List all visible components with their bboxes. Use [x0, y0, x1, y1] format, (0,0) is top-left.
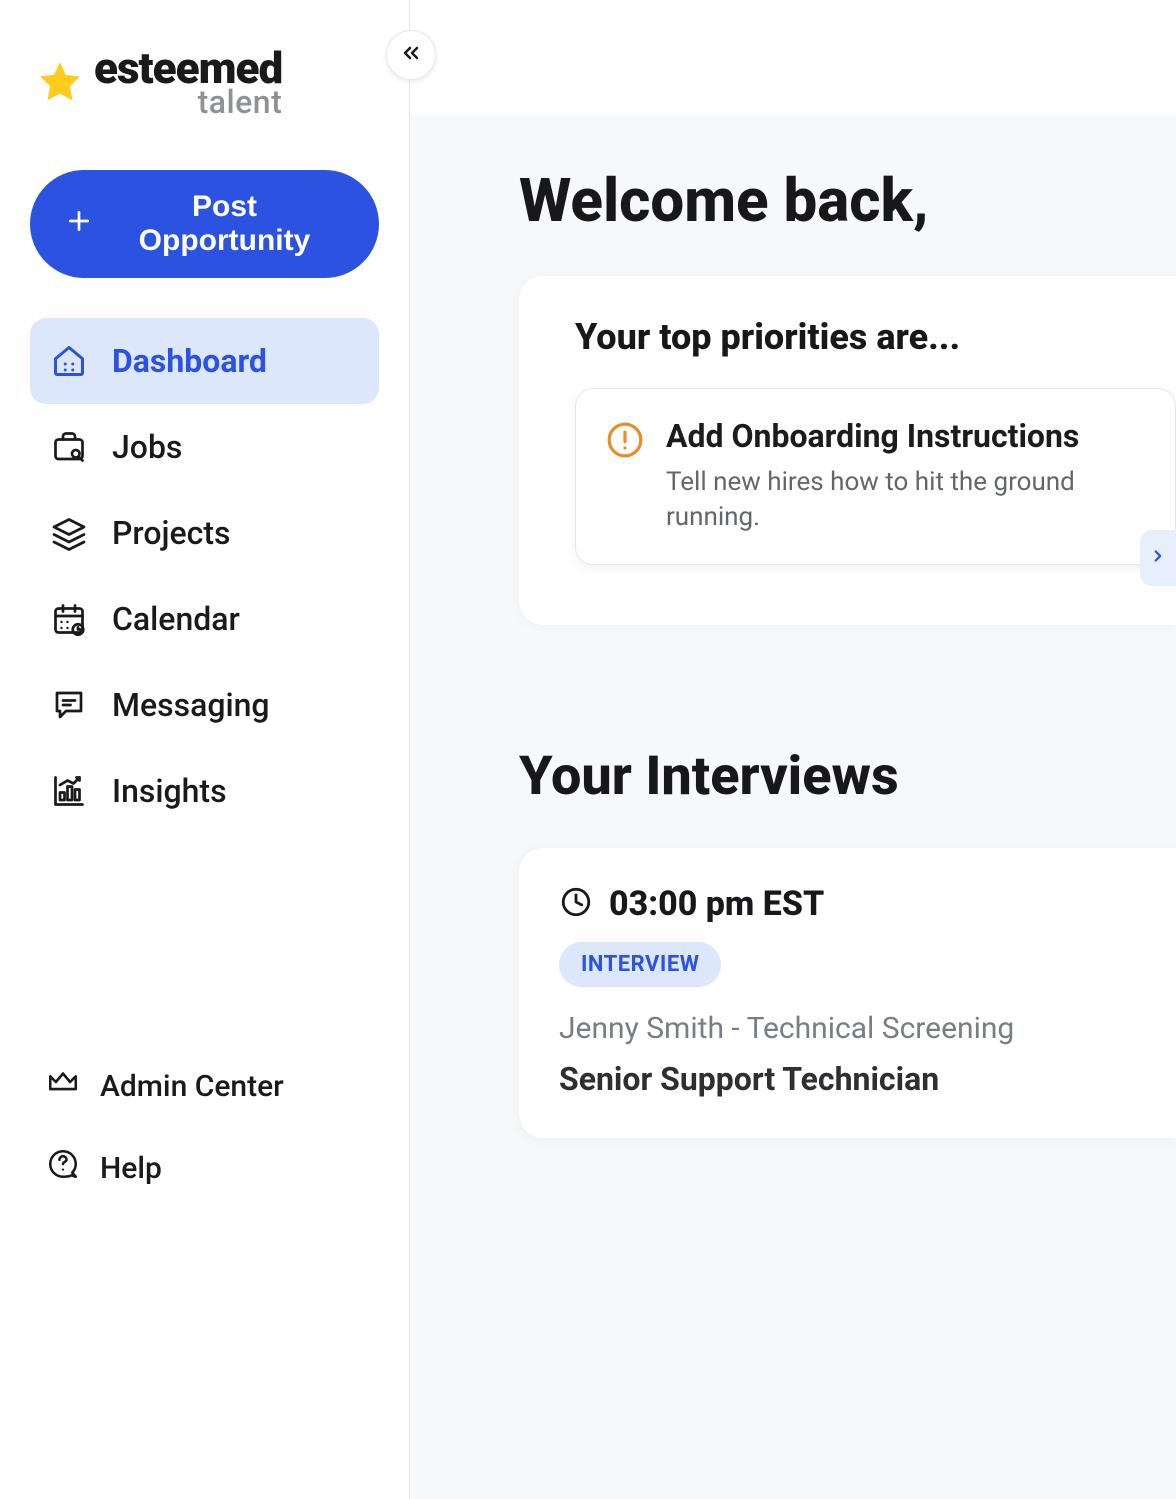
chart-icon [50, 773, 88, 809]
top-gap [411, 0, 1176, 115]
priorities-next-button[interactable] [1140, 530, 1176, 586]
main-content: Welcome back, Your top priorities are...… [411, 0, 1176, 1499]
chevron-right-icon [1149, 547, 1167, 569]
interviews-heading: Your Interviews [519, 745, 1176, 808]
interviews-section: Your Interviews 03:00 pm EST INTERVIEW J… [519, 745, 1176, 1138]
sidebar-item-admin-center[interactable]: Admin Center [30, 1045, 379, 1127]
alert-circle-icon [606, 421, 644, 463]
clock-icon [559, 885, 593, 923]
sidebar-item-dashboard[interactable]: Dashboard [30, 318, 379, 404]
sidebar-item-label: Dashboard [112, 342, 267, 380]
interview-time: 03:00 pm EST [609, 884, 824, 924]
sidebar-item-label: Jobs [112, 428, 182, 466]
calendar-icon [50, 601, 88, 637]
priorities-heading: Your top priorities are... [575, 316, 1176, 358]
sidebar-item-label: Insights [112, 772, 227, 810]
crown-icon [46, 1065, 80, 1107]
logo: esteemed talent [36, 46, 379, 118]
chevron-double-left-icon [399, 41, 423, 69]
plus-icon [66, 208, 92, 240]
sidebar-item-help[interactable]: Help [30, 1127, 379, 1209]
interview-person: Jenny Smith - Technical Screening [559, 1011, 1136, 1046]
priorities-card: Your top priorities are... Add Onboardin… [519, 276, 1176, 625]
sidebar-item-label: Calendar [112, 600, 240, 638]
sidebar-item-jobs[interactable]: Jobs [30, 404, 379, 490]
sidebar-item-label: Admin Center [100, 1069, 284, 1104]
sidebar-item-label: Help [100, 1151, 162, 1186]
priority-item[interactable]: Add Onboarding Instructions Tell new hir… [575, 388, 1176, 565]
collapse-sidebar-button[interactable] [386, 30, 436, 80]
sidebar: esteemed talent Post Opportunity Dashboa… [0, 0, 410, 1499]
sidebar-item-label: Messaging [112, 686, 270, 724]
bottom-nav: Admin Center Help [30, 1045, 379, 1469]
layers-icon [50, 515, 88, 551]
sidebar-item-insights[interactable]: Insights [30, 748, 379, 834]
page-title: Welcome back, [519, 165, 1176, 236]
sidebar-item-label: Projects [112, 514, 231, 552]
logo-text: esteemed talent [94, 46, 282, 118]
star-icon [36, 58, 84, 106]
interview-card[interactable]: 03:00 pm EST INTERVIEW Jenny Smith - Tec… [519, 848, 1176, 1138]
sidebar-item-calendar[interactable]: Calendar [30, 576, 379, 662]
sidebar-item-projects[interactable]: Projects [30, 490, 379, 576]
help-icon [46, 1147, 80, 1189]
sidebar-item-messaging[interactable]: Messaging [30, 662, 379, 748]
priority-description: Tell new hires how to hit the ground run… [666, 465, 1145, 535]
main-nav: Dashboard Jobs Projects [30, 318, 379, 834]
message-icon [50, 687, 88, 723]
interview-badge: INTERVIEW [559, 942, 721, 987]
post-opportunity-label: Post Opportunity [106, 190, 343, 258]
briefcase-search-icon [50, 429, 88, 465]
post-opportunity-button[interactable]: Post Opportunity [30, 170, 379, 278]
priority-title: Add Onboarding Instructions [666, 417, 1145, 455]
interview-role: Senior Support Technician [559, 1060, 1136, 1098]
home-icon [50, 343, 88, 379]
